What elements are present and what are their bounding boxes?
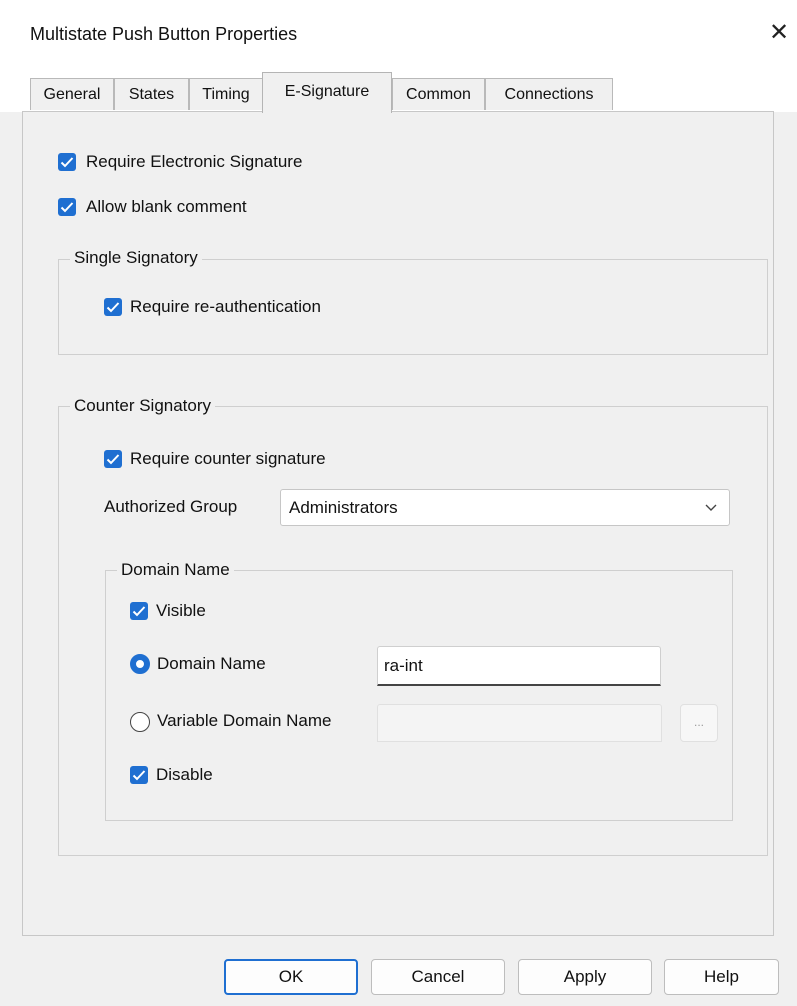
authorized-group-label: Authorized Group — [104, 497, 238, 516]
variable-domain-name-radio[interactable] — [130, 712, 150, 732]
require-counter-signature-checkbox[interactable] — [104, 450, 122, 468]
variable-domain-name-label: Variable Domain Name — [157, 711, 332, 730]
close-button[interactable]: ✕ — [760, 14, 797, 52]
properties-dialog: Multistate Push Button Properties ✕ Gene… — [0, 0, 797, 1006]
checkmark-icon — [106, 454, 120, 465]
tab-connections[interactable]: Connections — [485, 78, 613, 110]
allow-blank-comment-checkbox[interactable] — [58, 198, 76, 216]
checkmark-icon — [132, 770, 146, 781]
domain-name-group-title: Domain Name — [117, 560, 234, 580]
window-title: Multistate Push Button Properties — [30, 24, 298, 44]
require-signature-label: Require Electronic Signature — [86, 152, 303, 171]
cancel-button[interactable]: Cancel — [371, 959, 505, 995]
counter-signatory-title: Counter Signatory — [70, 396, 216, 416]
ok-button[interactable]: OK — [224, 959, 358, 995]
checkmark-icon — [60, 157, 74, 168]
tab-e-signature[interactable]: E-Signature — [262, 72, 392, 113]
domain-name-input[interactable]: ra-int — [377, 646, 661, 686]
apply-button[interactable]: Apply — [518, 959, 652, 995]
tab-states[interactable]: States — [114, 78, 189, 110]
checkmark-icon — [106, 302, 120, 313]
checkmark-icon — [132, 606, 146, 617]
help-button[interactable]: Help — [664, 959, 779, 995]
tab-general[interactable]: General — [30, 78, 114, 110]
single-signatory-title: Single Signatory — [70, 248, 202, 268]
disable-checkbox[interactable] — [130, 766, 148, 784]
checkmark-icon — [60, 202, 74, 213]
visible-label: Visible — [156, 601, 206, 620]
browse-button: ... — [680, 704, 718, 742]
domain-name-radio[interactable] — [130, 654, 150, 674]
domain-name-radio-label: Domain Name — [157, 654, 266, 673]
require-counter-signature-label: Require counter signature — [130, 449, 326, 468]
authorized-group-select[interactable]: Administrators — [280, 489, 730, 526]
tab-strip: General States Timing E-Signature Common… — [0, 72, 797, 113]
chevron-down-icon — [705, 504, 717, 511]
disable-label: Disable — [156, 765, 213, 784]
tab-common[interactable]: Common — [392, 78, 485, 110]
authorized-group-value: Administrators — [289, 498, 398, 517]
domain-name-value: ra-int — [384, 656, 423, 675]
title-bar: Multistate Push Button Properties ✕ — [0, 0, 797, 72]
visible-checkbox[interactable] — [130, 602, 148, 620]
close-icon: ✕ — [768, 19, 790, 46]
variable-domain-name-input — [377, 704, 662, 742]
require-reauthentication-checkbox[interactable] — [104, 298, 122, 316]
require-signature-checkbox[interactable] — [58, 153, 76, 171]
tab-timing[interactable]: Timing — [189, 78, 263, 110]
require-reauthentication-label: Require re-authentication — [130, 297, 321, 316]
allow-blank-comment-label: Allow blank comment — [86, 197, 247, 216]
